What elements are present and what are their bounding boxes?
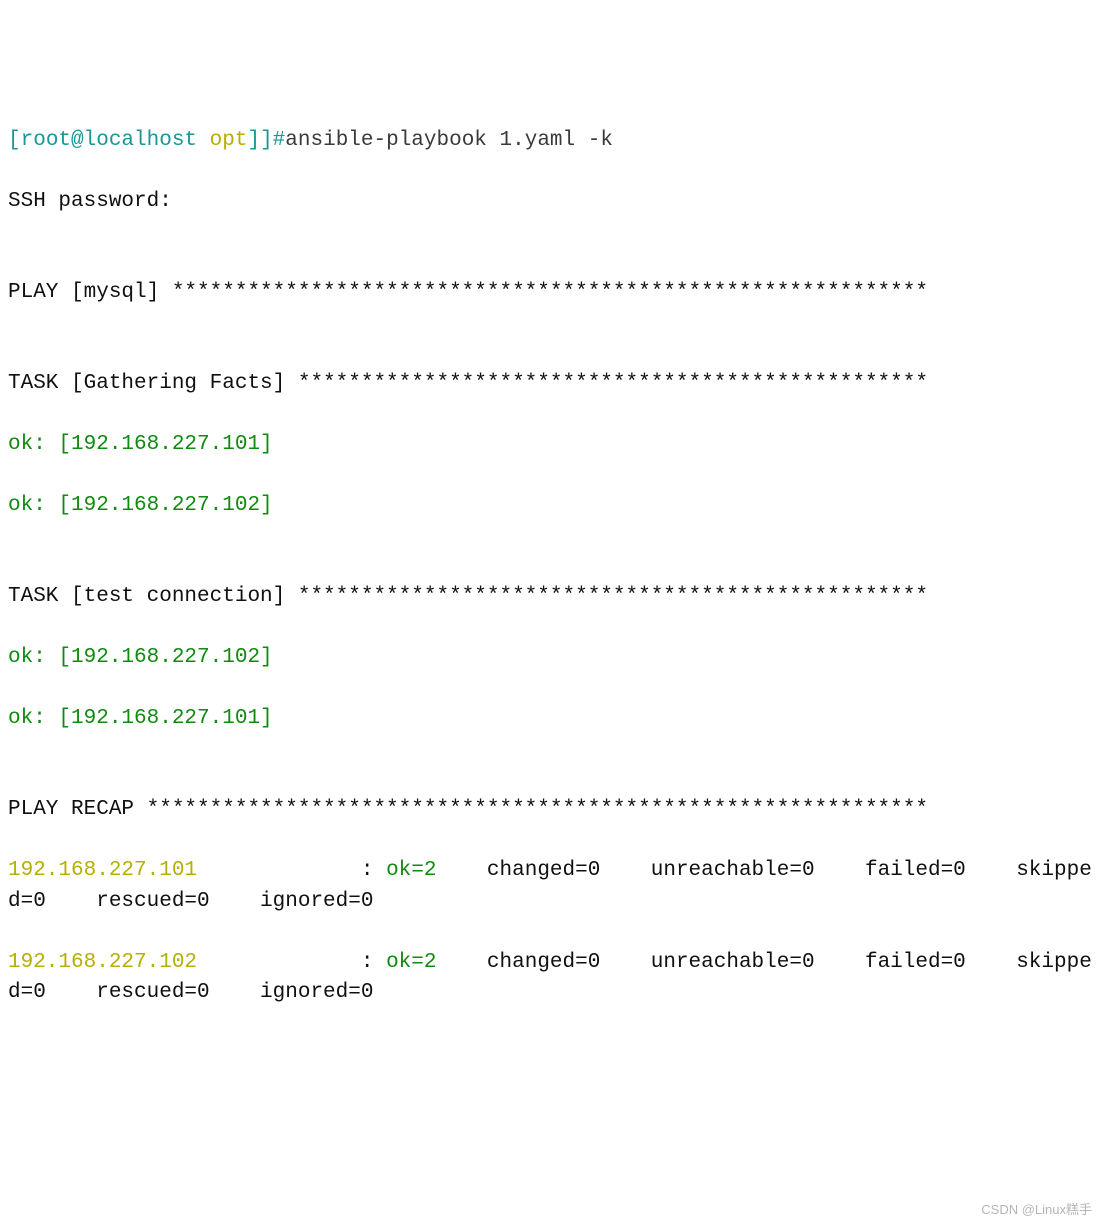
recap-header: PLAY RECAP *****************************…	[8, 795, 1096, 825]
recap-ok: ok=2	[386, 859, 436, 882]
recap-colon: :	[348, 859, 386, 882]
task-test-header: TASK [test connection] *****************…	[8, 582, 1096, 612]
prompt-line: [root@localhost opt]]#ansible-playbook 1…	[8, 126, 1096, 156]
bracket-open: [	[8, 129, 21, 152]
recap-colon: :	[348, 951, 386, 974]
ssh-password-line: SSH password:	[8, 187, 1096, 217]
user-host: root@localhost	[21, 129, 197, 152]
recap-pad	[197, 859, 348, 882]
ok-host-1: ok: [192.168.227.101]	[8, 430, 1096, 460]
recap-pad	[197, 951, 348, 974]
recap-host: 192.168.227.101	[8, 859, 197, 882]
recap-host: 192.168.227.102	[8, 951, 197, 974]
bracket-close: ]]#	[247, 129, 285, 152]
recap-row-1: 192.168.227.101 : ok=2 changed=0 unreach…	[8, 856, 1096, 917]
ok-host-2: ok: [192.168.227.102]	[8, 491, 1096, 521]
recap-ok: ok=2	[386, 951, 436, 974]
watermark-text: CSDN @Linux糕手	[981, 1201, 1092, 1220]
ok-host-4: ok: [192.168.227.101]	[8, 704, 1096, 734]
recap-row-2: 192.168.227.102 : ok=2 changed=0 unreach…	[8, 948, 1096, 1009]
play-header: PLAY [mysql] ***************************…	[8, 278, 1096, 308]
command-text: ansible-playbook 1.yaml -k	[285, 129, 613, 152]
task-gathering-header: TASK [Gathering Facts] *****************…	[8, 369, 1096, 399]
cwd: opt	[197, 129, 247, 152]
ok-host-3: ok: [192.168.227.102]	[8, 643, 1096, 673]
